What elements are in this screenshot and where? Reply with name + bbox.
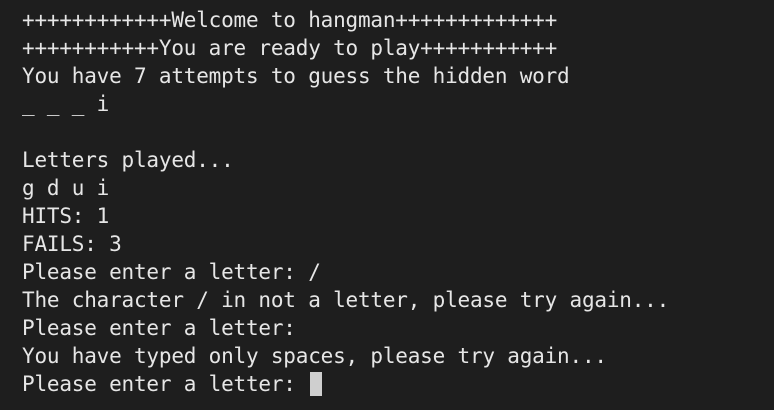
error-spaces: You have typed only spaces, please try a… [22,344,607,368]
letters-played: g d u i [22,176,110,200]
banner-welcome: ++++++++++++Welcome to hangman++++++++++… [22,8,558,32]
text-cursor[interactable] [310,372,323,396]
letters-played-label: Letters played... [22,148,234,172]
prompt-line-2: Please enter a letter: [22,316,309,340]
terminal-window[interactable]: ++++++++++++Welcome to hangman++++++++++… [0,0,774,410]
word-progress: _ _ _ i [22,92,110,116]
prompt-line-1: Please enter a letter: / [22,260,321,284]
fails-counter: FAILS: 3 [22,232,122,256]
attempts-info: You have 7 attempts to guess the hidden … [22,64,570,88]
banner-ready: +++++++++++You are ready to play++++++++… [22,36,558,60]
active-prompt-line[interactable]: Please enter a letter: [22,370,774,398]
active-prompt-text: Please enter a letter: [22,372,309,396]
hits-counter: HITS: 1 [22,204,110,228]
error-not-letter: The character / in not a letter, please … [22,288,670,312]
